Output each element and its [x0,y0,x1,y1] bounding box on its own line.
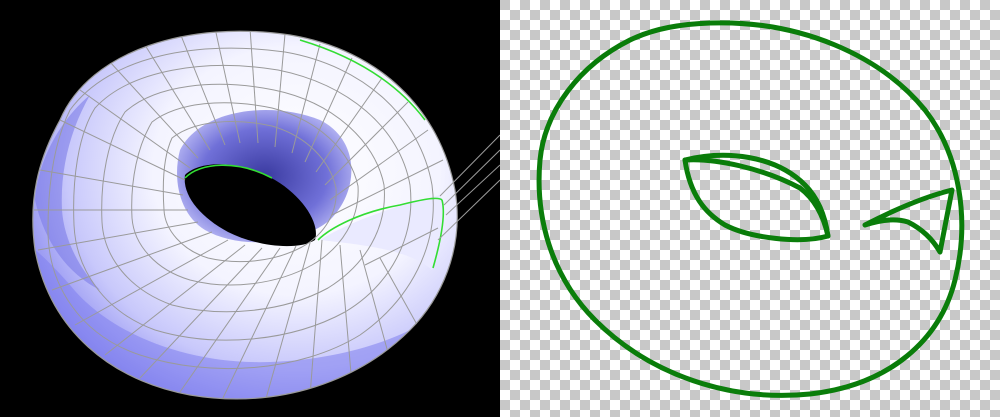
transparency-checkerboard [500,0,1000,417]
outline-render [500,0,1000,417]
outline-view [500,0,1000,417]
render-view [0,0,500,417]
torus-render [32,30,500,400]
split-view [0,0,1000,417]
